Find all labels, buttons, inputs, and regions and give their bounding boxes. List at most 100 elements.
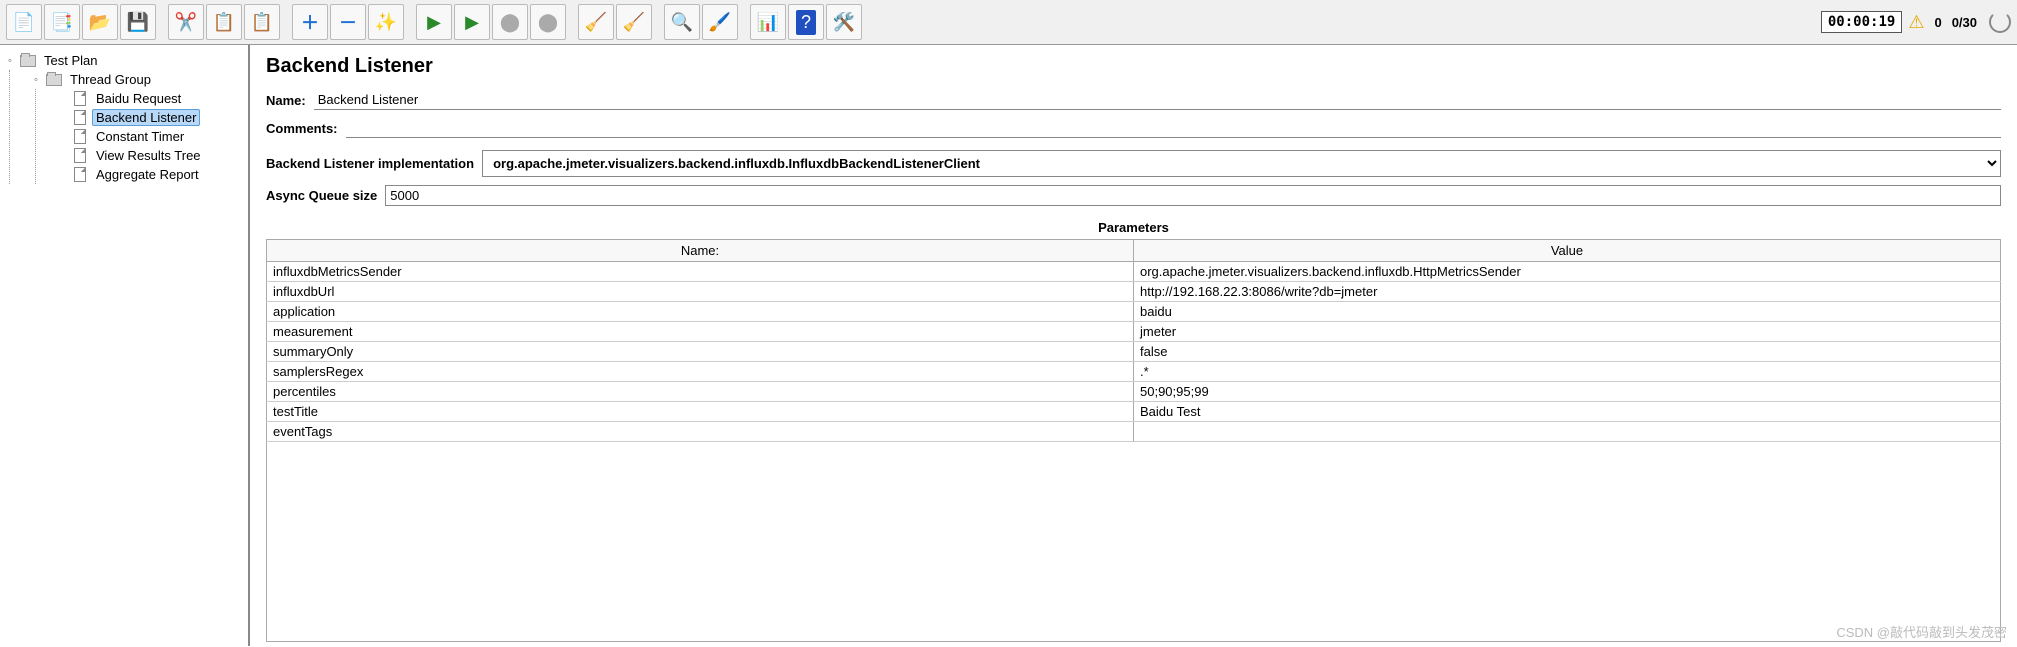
table-row[interactable]: testTitleBaidu Test: [267, 402, 2001, 422]
play-alt-icon: ▶: [465, 12, 479, 33]
shutdown-icon: ⬤: [538, 12, 558, 33]
shutdown-button[interactable]: ⬤: [530, 4, 566, 40]
scissors-icon: ✂️: [175, 12, 197, 33]
active-threads: 0: [1934, 15, 1941, 30]
paste-button[interactable]: 📋: [244, 4, 280, 40]
tree-thread-group[interactable]: ◦ Thread Group: [30, 70, 244, 89]
comments-label: Comments:: [266, 121, 338, 136]
table-row[interactable]: influxdbUrlhttp://192.168.22.3:8086/writ…: [267, 282, 2001, 302]
stop-button[interactable]: ⬤: [492, 4, 528, 40]
test-plan-tree[interactable]: ◦ Test Plan ◦ Thread Group Baidu Request…: [0, 45, 250, 646]
collapse-button[interactable]: －: [330, 4, 366, 40]
tree-item[interactable]: Aggregate Report: [56, 165, 244, 184]
param-name-cell[interactable]: percentiles: [267, 382, 1134, 402]
queue-size-input[interactable]: [385, 185, 2001, 206]
table-row[interactable]: summaryOnlyfalse: [267, 342, 2001, 362]
table-row[interactable]: influxdbMetricsSenderorg.apache.jmeter.v…: [267, 262, 2001, 282]
param-name-cell[interactable]: measurement: [267, 322, 1134, 342]
plus-icon: ＋: [301, 9, 319, 35]
param-value-cell[interactable]: 50;90;95;99: [1134, 382, 2001, 402]
play-icon: ▶: [427, 12, 441, 33]
tree-item[interactable]: Baidu Request: [56, 89, 244, 108]
parameters-title: Parameters: [266, 220, 2001, 235]
toggle-icon[interactable]: ◦: [4, 55, 16, 67]
function-helper-button[interactable]: 📊: [750, 4, 786, 40]
thread-ratio: 0/30: [1952, 15, 1977, 30]
file-new-icon: 📄: [13, 12, 35, 33]
elapsed-timer: 00:00:19: [1821, 11, 1902, 33]
param-value-cell[interactable]: false: [1134, 342, 2001, 362]
start-no-pause-button[interactable]: ▶: [454, 4, 490, 40]
binoculars-icon: 🔍: [671, 12, 693, 33]
help-icon: ?: [796, 10, 816, 35]
name-input[interactable]: [314, 90, 2001, 110]
param-name-cell[interactable]: application: [267, 302, 1134, 322]
table-row[interactable]: eventTags: [267, 422, 2001, 442]
param-value-cell[interactable]: jmeter: [1134, 322, 2001, 342]
clipboard-icon: 📋: [251, 12, 273, 33]
copy-button[interactable]: 📋: [206, 4, 242, 40]
col-header-value[interactable]: Value: [1134, 240, 2001, 262]
param-value-cell[interactable]: .*: [1134, 362, 2001, 382]
param-name-cell[interactable]: influxdbUrl: [267, 282, 1134, 302]
param-value-cell[interactable]: org.apache.jmeter.visualizers.backend.in…: [1134, 262, 2001, 282]
implementation-label: Backend Listener implementation: [266, 156, 474, 171]
reset-search-button[interactable]: 🖌️: [702, 4, 738, 40]
wand-icon: ✨: [375, 12, 397, 33]
param-value-cell[interactable]: baidu: [1134, 302, 2001, 322]
tree-item[interactable]: Constant Timer: [56, 127, 244, 146]
minus-icon: －: [339, 9, 357, 35]
start-button[interactable]: ▶: [416, 4, 452, 40]
expand-button[interactable]: ＋: [292, 4, 328, 40]
page-icon: [71, 92, 89, 106]
clear-all-button[interactable]: 🧹: [616, 4, 652, 40]
gear-icon: 🛠️: [833, 12, 855, 33]
table-row[interactable]: applicationbaidu: [267, 302, 2001, 322]
tree-item[interactable]: View Results Tree: [56, 146, 244, 165]
new-button[interactable]: 📄: [6, 4, 42, 40]
implementation-select[interactable]: org.apache.jmeter.visualizers.backend.in…: [482, 150, 2001, 177]
param-name-cell[interactable]: testTitle: [267, 402, 1134, 422]
toggle-button[interactable]: ✨: [368, 4, 404, 40]
param-value-cell[interactable]: [1134, 422, 2001, 442]
table-row[interactable]: percentiles50;90;95;99: [267, 382, 2001, 402]
name-label: Name:: [266, 93, 306, 108]
folder-icon: [19, 54, 37, 68]
page-icon: [71, 149, 89, 163]
table-row[interactable]: measurementjmeter: [267, 322, 2001, 342]
param-value-cell[interactable]: Baidu Test: [1134, 402, 2001, 422]
watermark: CSDN @敲代码敲到头发茂密: [1836, 622, 2007, 641]
brush-icon: 🖌️: [709, 12, 731, 33]
broom1-icon: 🧹: [585, 12, 607, 33]
param-name-cell[interactable]: summaryOnly: [267, 342, 1134, 362]
templates-button[interactable]: 📑: [44, 4, 80, 40]
page-icon: [71, 111, 89, 125]
settings-button[interactable]: 🛠️: [826, 4, 862, 40]
help-button[interactable]: ?: [788, 4, 824, 40]
param-name-cell[interactable]: influxdbMetricsSender: [267, 262, 1134, 282]
save-button[interactable]: 💾: [120, 4, 156, 40]
param-name-cell[interactable]: eventTags: [267, 422, 1134, 442]
param-name-cell[interactable]: samplersRegex: [267, 362, 1134, 382]
broom2-icon: 🧹: [623, 12, 645, 33]
toggle-icon[interactable]: ◦: [30, 74, 42, 86]
warning-icon[interactable]: ⚠: [1908, 12, 1924, 33]
stop-icon: ⬤: [500, 12, 520, 33]
table-row[interactable]: samplersRegex.*: [267, 362, 2001, 382]
panel-title: Backend Listener: [266, 55, 2001, 78]
tree-root-test-plan[interactable]: ◦ Test Plan: [4, 51, 244, 70]
param-value-cell[interactable]: http://192.168.22.3:8086/write?db=jmeter: [1134, 282, 2001, 302]
search-button[interactable]: 🔍: [664, 4, 700, 40]
open-button[interactable]: 📂: [82, 4, 118, 40]
comments-input[interactable]: [346, 118, 2001, 138]
cut-button[interactable]: ✂️: [168, 4, 204, 40]
page-icon: [71, 168, 89, 182]
tree-label: Thread Group: [66, 71, 155, 88]
save-icon: 💾: [127, 12, 149, 33]
parameters-table[interactable]: Name: Value influxdbMetricsSenderorg.apa…: [266, 239, 2001, 442]
tree-item[interactable]: Backend Listener: [56, 108, 244, 127]
clear-button[interactable]: 🧹: [578, 4, 614, 40]
col-header-name[interactable]: Name:: [267, 240, 1134, 262]
config-panel: Backend Listener Name: Comments: Backend…: [250, 45, 2017, 646]
queue-size-label: Async Queue size: [266, 188, 377, 203]
